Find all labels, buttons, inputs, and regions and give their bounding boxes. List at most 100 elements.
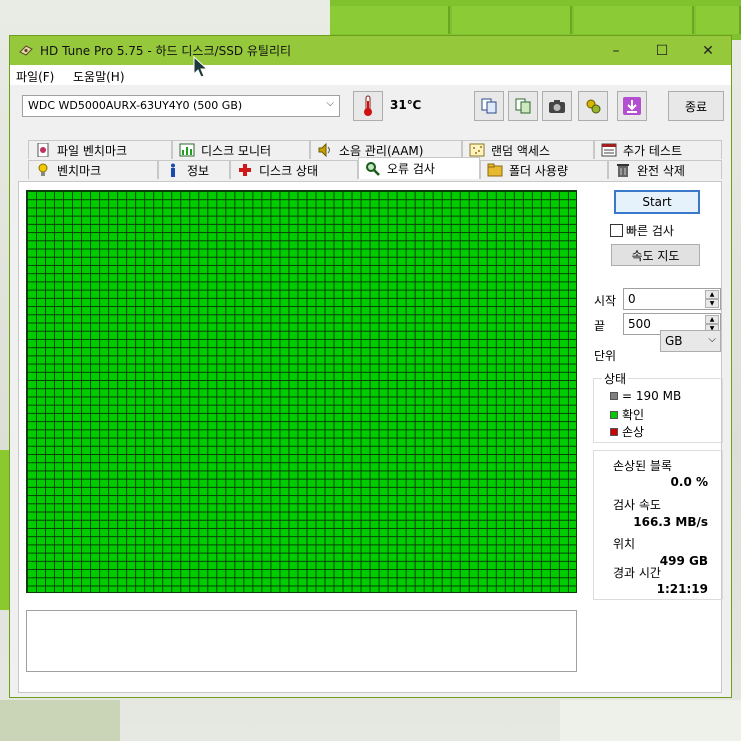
tab-label: 소음 관리(AAM) xyxy=(339,143,424,158)
status-legend: 상태 = 190 MB 확인 손상 xyxy=(593,370,723,443)
toolbar: WDC WD5000AURX-63UY4Y0 (500 GB) ⌵ 31℃ 종료 xyxy=(10,85,731,131)
tab-error-scan[interactable]: 오류 검사 xyxy=(358,157,480,179)
options-button[interactable] xyxy=(578,91,608,121)
tab-label: 추가 테스트 xyxy=(623,143,683,158)
unit-value: GB xyxy=(665,334,683,348)
title-bar[interactable]: HD Tune Pro 5.75 - 하드 디스크/SSD 유틸리티 – ☐ ✕ xyxy=(10,36,731,65)
elapsed-time-label: 경과 시간 xyxy=(613,566,661,580)
end-position-value: 500 xyxy=(628,317,651,331)
quick-scan-label: 빠른 검사 xyxy=(626,224,674,238)
tab-disk-monitor[interactable]: 디스크 모니터 xyxy=(172,140,310,159)
legend-swatch-ok xyxy=(610,410,618,419)
tab-label: 디스크 모니터 xyxy=(201,143,272,158)
clipboard-icon xyxy=(515,98,531,114)
app-window: HD Tune Pro 5.75 - 하드 디스크/SSD 유틸리티 – ☐ ✕… xyxy=(9,35,732,698)
tab-folder-usage[interactable]: 폴더 사용량 xyxy=(480,160,608,179)
thermometer-icon xyxy=(364,95,372,116)
block-map-grid xyxy=(26,190,577,593)
end-label: 끝 xyxy=(594,319,606,333)
start-position-value: 0 xyxy=(628,292,636,306)
legend-damaged: 손상 xyxy=(610,423,644,440)
scan-statistics: 손상된 블록 0.0 % 검사 속도 166.3 MB/s 위치 499 GB … xyxy=(593,450,723,600)
copy-screenshot-button[interactable] xyxy=(508,91,538,121)
unit-select[interactable]: GB ⌵ xyxy=(660,330,721,352)
desktop-green-banner xyxy=(330,0,741,40)
screenshot-button[interactable] xyxy=(542,91,572,121)
temperature-value: 31℃ xyxy=(390,98,422,112)
start-button[interactable]: Start xyxy=(614,190,700,214)
health-cross-icon xyxy=(239,164,251,176)
legend-damaged-label: 손상 xyxy=(622,425,645,439)
monitor-chart-icon xyxy=(179,143,195,157)
window-title: HD Tune Pro 5.75 - 하드 디스크/SSD 유틸리티 xyxy=(40,44,292,58)
position-label: 위치 xyxy=(613,537,636,551)
speaker-icon xyxy=(318,143,330,157)
menu-file[interactable]: 파일(F) xyxy=(16,68,54,85)
chevron-down-icon: ⌵ xyxy=(708,334,716,345)
legend-ok-label: 확인 xyxy=(622,408,645,422)
camera-icon xyxy=(549,100,565,113)
start-position-input[interactable]: 0 ▲ ▼ xyxy=(623,288,721,310)
temperature-button[interactable] xyxy=(353,91,383,121)
spin-down-icon[interactable]: ▼ xyxy=(705,299,719,308)
tab-label: 파일 벤치마크 xyxy=(57,143,128,158)
speed-map-button[interactable]: 속도 지도 xyxy=(611,244,700,266)
chevron-down-icon: ⌵ xyxy=(326,98,334,109)
tab-extra-tests[interactable]: 추가 테스트 xyxy=(594,140,722,159)
elapsed-time-value: 1:21:19 xyxy=(656,582,708,596)
error-scan-panel: Start 빠른 검사 속도 지도 시작 0 ▲ ▼ 끝 500 ▲ ▼ 단위 … xyxy=(18,181,723,693)
hdtune-icon xyxy=(19,45,33,56)
close-button[interactable]: ✕ xyxy=(685,36,731,65)
tab-health[interactable]: 디스크 상태 xyxy=(230,160,358,179)
random-access-icon xyxy=(469,143,485,157)
scan-speed-value: 166.3 MB/s xyxy=(633,515,708,529)
tab-info[interactable]: 정보 xyxy=(158,160,230,179)
legend-ok: 확인 xyxy=(610,406,644,423)
tab-label: 벤치마크 xyxy=(57,163,102,178)
save-button[interactable] xyxy=(617,91,647,121)
minimize-button[interactable]: – xyxy=(593,36,639,65)
mouse-cursor-icon xyxy=(193,56,209,78)
start-label: 시작 xyxy=(594,294,617,308)
tab-label: 폴더 사용량 xyxy=(509,163,569,178)
legend-block-label: = 190 MB xyxy=(622,389,682,403)
tab-random-access[interactable]: 랜덤 액세스 xyxy=(462,140,594,159)
extra-tests-icon xyxy=(601,143,617,157)
copy-icon xyxy=(481,98,497,114)
menu-bar: 파일(F) 도움말(H) xyxy=(10,65,731,85)
spin-up-icon[interactable]: ▲ xyxy=(705,315,719,324)
trash-icon xyxy=(617,164,629,177)
legend-block-size: = 190 MB xyxy=(610,389,681,403)
tab-label: 랜덤 액세스 xyxy=(491,143,551,158)
desktop-bottom-right xyxy=(560,700,741,741)
log-output[interactable] xyxy=(26,610,577,672)
download-icon xyxy=(623,97,641,115)
quick-scan-checkbox[interactable]: 빠른 검사 xyxy=(610,222,674,239)
settings-icon xyxy=(586,99,601,114)
position-value: 499 GB xyxy=(659,554,708,568)
menu-help[interactable]: 도움말(H) xyxy=(73,68,125,85)
tab-label: 완전 삭제 xyxy=(637,163,685,178)
damaged-blocks-value: 0.0 % xyxy=(670,475,708,489)
tab-erase[interactable]: 완전 삭제 xyxy=(608,160,722,179)
unit-label: 단위 xyxy=(594,349,617,363)
magnifier-icon xyxy=(366,161,380,176)
drive-select[interactable]: WDC WD5000AURX-63UY4Y0 (500 GB) ⌵ xyxy=(22,95,340,117)
drive-select-value: WDC WD5000AURX-63UY4Y0 (500 GB) xyxy=(28,99,243,112)
tab-benchmark[interactable]: 벤치마크 xyxy=(28,160,158,179)
legend-swatch-block xyxy=(610,392,618,400)
legend-swatch-damaged xyxy=(610,427,618,436)
exit-button[interactable]: 종료 xyxy=(668,91,724,121)
damaged-blocks-label: 손상된 블록 xyxy=(613,459,673,473)
lightbulb-icon xyxy=(38,163,48,176)
copy-info-button[interactable] xyxy=(474,91,504,121)
status-title: 상태 xyxy=(602,370,629,387)
maximize-button[interactable]: ☐ xyxy=(639,36,685,65)
tab-file-benchmark[interactable]: 파일 벤치마크 xyxy=(28,140,172,159)
spin-up-icon[interactable]: ▲ xyxy=(705,290,719,299)
folder-icon xyxy=(487,163,503,177)
tab-label: 오류 검사 xyxy=(387,162,435,176)
tab-label: 정보 xyxy=(187,163,210,178)
info-icon xyxy=(171,163,175,177)
checkbox-box[interactable] xyxy=(610,224,623,237)
